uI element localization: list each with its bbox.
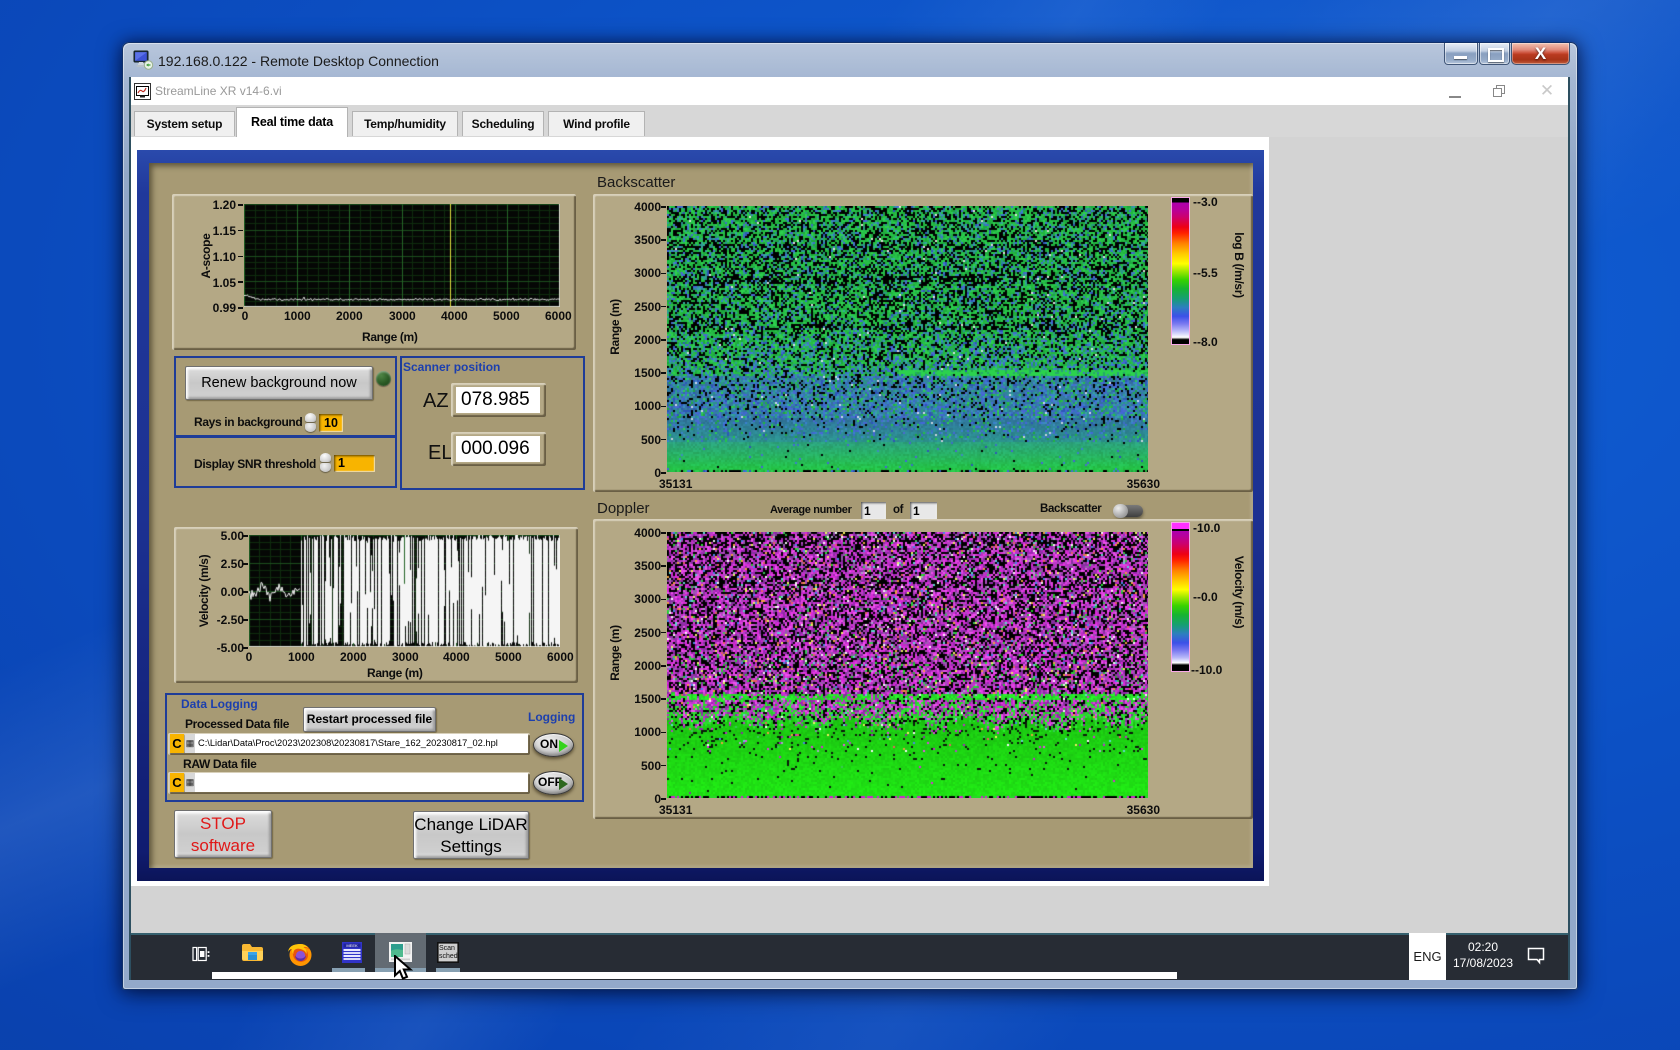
- svg-text:Scan: Scan: [439, 945, 455, 952]
- svg-text:MEEK: MEEK: [346, 943, 358, 948]
- svg-text:sched: sched: [439, 953, 458, 960]
